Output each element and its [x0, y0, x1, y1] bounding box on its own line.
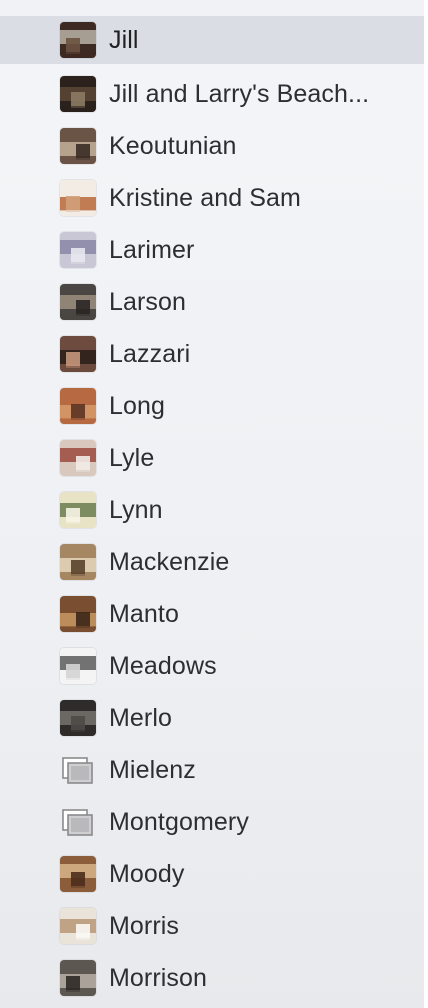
album-item[interactable]: Meadows: [0, 640, 424, 692]
album-item[interactable]: Mackenzie: [0, 536, 424, 588]
album-item[interactable]: Morris: [0, 900, 424, 952]
album-item-label: Morris: [109, 911, 180, 940]
album-item-label: Long: [109, 391, 166, 420]
album-item-label: Meadows: [109, 651, 217, 680]
album-item-label: Morrison: [109, 963, 208, 992]
album-item-label: Mielenz: [109, 755, 196, 784]
album-item[interactable]: Keoutunian: [0, 120, 424, 172]
photo-thumbnail-icon: [60, 960, 96, 996]
photo-thumbnail-icon: [60, 492, 96, 528]
album-item-label: Mackenzie: [109, 547, 230, 576]
album-item-label: Montgomery: [109, 807, 249, 836]
album-item[interactable]: Kristine and Sam: [0, 172, 424, 224]
album-item[interactable]: Larson: [0, 276, 424, 328]
photo-thumbnail-icon: [60, 22, 96, 58]
album-item-label: Keoutunian: [109, 131, 237, 160]
album-item-label: Jill and Larry's Beach...: [109, 79, 370, 108]
album-item[interactable]: Manto: [0, 588, 424, 640]
album-item-label: Jill: [109, 25, 139, 54]
album-item[interactable]: Jill: [0, 16, 424, 64]
album-item-label: Lynn: [109, 495, 163, 524]
photo-thumbnail-icon: [60, 440, 96, 476]
album-item-label: Larimer: [109, 235, 195, 264]
album-item-label: Lazzari: [109, 339, 191, 368]
album-item-label: Lyle: [109, 443, 155, 472]
album-item[interactable]: Long: [0, 380, 424, 432]
album-item-label: Merlo: [109, 703, 173, 732]
photo-thumbnail-icon: [60, 648, 96, 684]
stack-placeholder-icon: [60, 804, 96, 840]
album-item[interactable]: Lynn: [0, 484, 424, 536]
album-item-label: Manto: [109, 599, 179, 628]
album-item[interactable]: Larimer: [0, 224, 424, 276]
window-edge: [424, 0, 428, 1008]
album-item[interactable]: Montgomery: [0, 796, 424, 848]
album-list: Jill Jill and Larry's Beach... Keoutunian K…: [0, 16, 424, 1004]
album-item[interactable]: Jill and Larry's Beach...: [0, 68, 424, 120]
album-item-label: Larson: [109, 287, 187, 316]
album-sidebar: Jill Jill and Larry's Beach... Keoutunian K…: [0, 0, 424, 1008]
album-item[interactable]: Morrison: [0, 952, 424, 1004]
album-item[interactable]: Lazzari: [0, 328, 424, 380]
photo-thumbnail-icon: [60, 232, 96, 268]
photo-thumbnail-icon: [60, 700, 96, 736]
album-item[interactable]: Lyle: [0, 432, 424, 484]
sidebar-top-strip: [0, 0, 424, 16]
album-item-label: Moody: [109, 859, 185, 888]
album-item[interactable]: Moody: [0, 848, 424, 900]
photo-thumbnail-icon: [60, 908, 96, 944]
photo-thumbnail-icon: [60, 180, 96, 216]
stack-placeholder-icon: [60, 752, 96, 788]
photo-thumbnail-icon: [60, 596, 96, 632]
photo-thumbnail-icon: [60, 544, 96, 580]
album-item-label: Kristine and Sam: [109, 183, 301, 212]
album-item[interactable]: Mielenz: [0, 744, 424, 796]
photo-thumbnail-icon: [60, 388, 96, 424]
photo-thumbnail-icon: [60, 128, 96, 164]
photo-thumbnail-icon: [60, 284, 96, 320]
photo-thumbnail-icon: [60, 856, 96, 892]
photo-thumbnail-icon: [60, 336, 96, 372]
album-item[interactable]: Merlo: [0, 692, 424, 744]
photo-thumbnail-icon: [60, 76, 96, 112]
